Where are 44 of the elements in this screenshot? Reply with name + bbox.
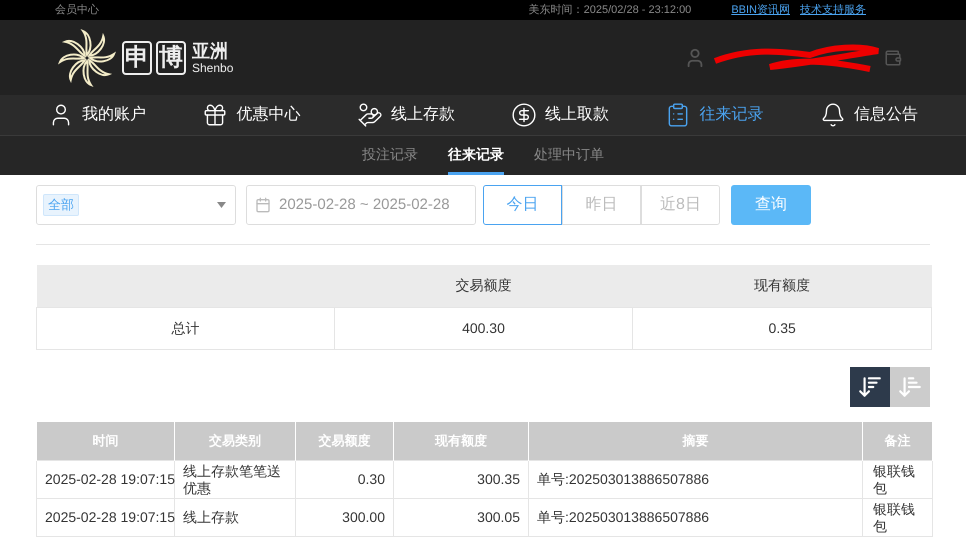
table-cell: 线上存款 — [174, 498, 296, 536]
logo-region: 亚洲 — [192, 42, 229, 60]
table-cell: 300.05 — [394, 498, 528, 536]
server-time: 美东时间：2025/02/28 - 23:12:00 — [528, 2, 692, 18]
dollar-coin-icon — [511, 102, 538, 128]
nav-tab[interactable]: 我的账户 — [48, 102, 146, 128]
table-cell: 2025-02-28 19:07:15 — [36, 460, 174, 498]
top-link[interactable]: 技术支持服务 — [800, 2, 866, 18]
dropdown-caret-icon — [217, 202, 226, 208]
nav-tab[interactable]: 信息公告 — [820, 102, 918, 128]
gift-icon — [202, 102, 228, 128]
calendar-icon — [255, 197, 271, 213]
nav-tab[interactable]: 线上存款 — [356, 102, 455, 128]
bell-icon — [820, 102, 846, 128]
logo-character: 博 — [156, 40, 186, 74]
member-center-link[interactable]: 会员中心 — [55, 2, 99, 18]
sub-tab[interactable]: 投注记录 — [362, 136, 418, 175]
logo-character: 申 — [122, 40, 152, 74]
summary-header-cell: 现有额度 — [632, 265, 932, 307]
sub-tab[interactable]: 处理中订单 — [534, 136, 604, 175]
hand-coin-icon — [356, 102, 383, 128]
table-cell: 0.30 — [296, 460, 394, 498]
summary-header-cell: 交易额度 — [334, 265, 633, 307]
table-cell: 银联钱包 — [862, 460, 932, 498]
nav-tab[interactable]: 优惠中心 — [202, 102, 300, 128]
table-cell: 2025-02-28 19:07:15 — [36, 498, 174, 536]
sub-tab[interactable]: 往来记录 — [448, 136, 504, 175]
table-cell: 单号:202503013886507886 — [528, 460, 862, 498]
wallet-icon — [884, 48, 902, 66]
sort-button[interactable] — [850, 366, 890, 406]
flower-logo-icon — [56, 26, 118, 88]
table-cell: 300.35 — [394, 460, 528, 498]
summary-cell: 总计 — [36, 307, 334, 349]
table-cell: 300.00 — [296, 498, 394, 536]
table-cell: 线上存款笔笔送优惠 — [174, 460, 296, 498]
nav-tab[interactable]: 线上取款 — [511, 102, 610, 128]
table-cell: 银联钱包 — [862, 498, 932, 536]
logo-latin-name: Shenbo — [192, 62, 234, 74]
type-tag: 全部 — [43, 194, 79, 216]
table-cell: 单号:202503013886507886 — [528, 498, 862, 536]
summary-cell: 0.35 — [632, 307, 932, 349]
top-link[interactable]: BBIN资讯网 — [731, 2, 790, 18]
summary-cell: 400.30 — [334, 307, 633, 349]
nav-tab[interactable]: 往来记录 — [665, 102, 764, 128]
